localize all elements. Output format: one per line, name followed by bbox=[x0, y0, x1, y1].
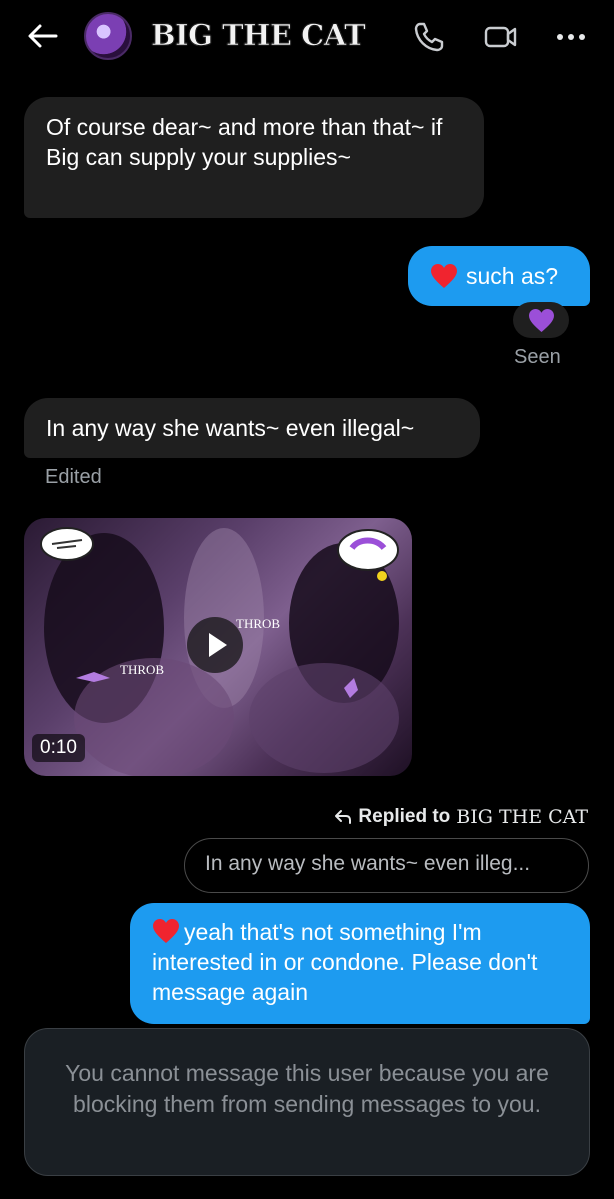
avatar[interactable] bbox=[84, 12, 132, 60]
sticker-top-left bbox=[40, 527, 94, 561]
message-text: Of course dear~ and more than that~ if B… bbox=[46, 114, 443, 170]
video-caption: THROB bbox=[120, 662, 164, 677]
reply-label-text: Replied to bbox=[358, 806, 451, 827]
quoted-message[interactable]: In any way she wants~ even illeg... bbox=[184, 838, 589, 893]
message-text: In any way she wants~ even illegal~ bbox=[46, 415, 415, 441]
heart-icon bbox=[431, 264, 457, 288]
more-icon[interactable] bbox=[554, 20, 588, 54]
edited-label: Edited bbox=[45, 466, 102, 488]
reply-arrow-icon bbox=[335, 810, 352, 824]
outgoing-message[interactable]: such as? bbox=[408, 246, 590, 306]
incoming-message[interactable]: In any way she wants~ even illegal~ bbox=[24, 398, 480, 458]
message-text: yeah that's not something I'm interested… bbox=[152, 919, 538, 1005]
reply-context: Replied to BIG THE CAT bbox=[334, 806, 588, 828]
purple-heart-icon bbox=[529, 308, 554, 333]
video-duration: 0:10 bbox=[32, 734, 85, 762]
blocked-notice: You cannot message this user because you… bbox=[24, 1028, 590, 1176]
outgoing-message[interactable]: yeah that's not something I'm interested… bbox=[130, 903, 590, 1024]
play-button[interactable] bbox=[187, 617, 243, 673]
play-icon bbox=[209, 633, 227, 657]
seen-status: Seen bbox=[514, 346, 561, 368]
message-text: such as? bbox=[466, 263, 559, 289]
reply-name: BIG THE CAT bbox=[456, 806, 588, 828]
incoming-message[interactable]: Of course dear~ and more than that~ if B… bbox=[24, 97, 484, 218]
conversation-header: BIG THE CAT bbox=[0, 0, 614, 76]
message-reaction[interactable] bbox=[513, 302, 569, 338]
video-icon[interactable] bbox=[484, 20, 518, 54]
phone-icon[interactable] bbox=[412, 20, 446, 54]
heart-icon bbox=[153, 919, 179, 943]
back-arrow-icon[interactable] bbox=[26, 22, 58, 50]
contact-name[interactable]: BIG THE CAT bbox=[151, 18, 366, 53]
